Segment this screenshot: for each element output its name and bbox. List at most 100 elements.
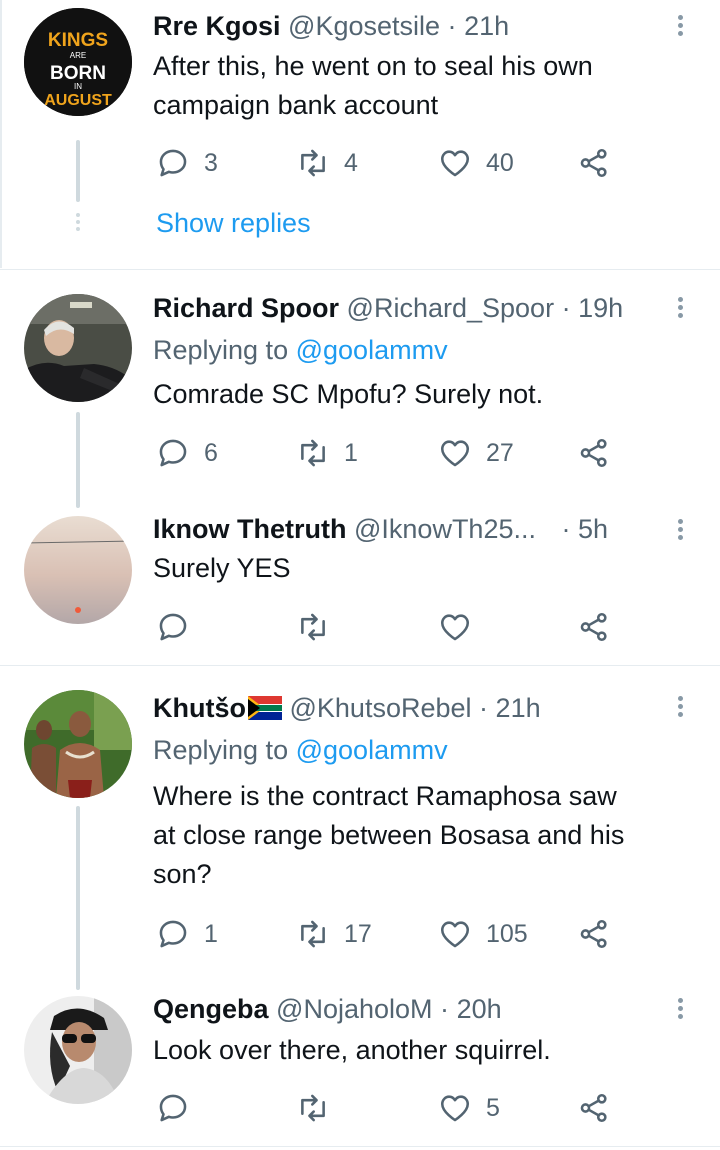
- tweet-text: After this, he went on to seal his own c…: [153, 47, 693, 125]
- tweet-text: Look over there, another squirrel.: [153, 1031, 693, 1070]
- reply-button[interactable]: 1: [156, 914, 218, 954]
- timestamp[interactable]: 20h: [457, 994, 502, 1024]
- avatar[interactable]: KINGS ARE BORN IN AUGUST: [24, 8, 132, 116]
- replying-to: Replying to @goolammv: [153, 333, 448, 367]
- kings-born-in-august-logo: KINGS ARE BORN IN AUGUST: [24, 8, 132, 116]
- tweet-actions: 1 17 105: [153, 914, 623, 954]
- display-name[interactable]: Iknow Thetruth: [153, 514, 346, 544]
- like-count: 40: [486, 148, 514, 177]
- separator-dot: ·: [447, 11, 457, 41]
- thread-line: [76, 412, 80, 508]
- retweet-count: 4: [344, 148, 358, 177]
- reply-button[interactable]: 3: [156, 143, 218, 183]
- retweet-count: 1: [344, 438, 358, 467]
- like-button[interactable]: [438, 607, 486, 647]
- share-button[interactable]: [577, 143, 611, 183]
- retweet-button[interactable]: 17: [296, 914, 372, 954]
- timestamp[interactable]: 19h: [578, 293, 623, 323]
- heart-icon: [440, 1095, 470, 1122]
- display-name[interactable]: Rre Kgosi: [153, 11, 281, 41]
- retweet-icon: [301, 920, 325, 948]
- display-name[interactable]: Khutšo: [153, 693, 246, 723]
- username[interactable]: @Richard_Spoor: [347, 293, 555, 323]
- more-options-icon[interactable]: [678, 693, 686, 720]
- tweet-text-line: Where is the contract Ramaphosa saw: [153, 781, 617, 811]
- reply-count: 6: [204, 438, 218, 467]
- tweet-text-line: Surely YES: [153, 553, 291, 583]
- divider: [0, 1146, 720, 1147]
- profile-photo-woman-in-cap: [24, 996, 132, 1104]
- like-count: 5: [486, 1093, 500, 1122]
- timestamp[interactable]: 21h: [496, 693, 541, 723]
- show-replies-link[interactable]: Show replies: [156, 208, 311, 239]
- retweet-button[interactable]: [296, 1088, 344, 1128]
- thread-line: [76, 140, 80, 202]
- tweet-header: Khutšo @KhutsoRebel · 21h: [153, 691, 660, 728]
- reply-count: 1: [204, 919, 218, 948]
- tweet-actions: 5: [153, 1088, 623, 1128]
- reply-icon: [159, 439, 187, 467]
- like-count: 27: [486, 438, 514, 467]
- avatar[interactable]: [24, 996, 132, 1104]
- avatar[interactable]: [24, 294, 132, 402]
- heart-icon: [440, 614, 470, 641]
- separator-dot: ·: [479, 693, 489, 723]
- share-button[interactable]: [577, 607, 611, 647]
- divider: [0, 665, 720, 666]
- avatar[interactable]: [24, 516, 132, 624]
- replying-to-handle[interactable]: @goolammv: [296, 335, 448, 365]
- share-button[interactable]: [577, 914, 611, 954]
- reply-icon: [159, 149, 187, 177]
- tweet-text: Surely YES: [153, 549, 693, 588]
- retweet-button[interactable]: [296, 607, 344, 647]
- svg-text:IN: IN: [74, 82, 82, 91]
- svg-text:AUGUST: AUGUST: [44, 92, 112, 109]
- username[interactable]: @NojaholoM: [276, 994, 432, 1024]
- avatar[interactable]: [24, 690, 132, 798]
- share-icon: [580, 148, 607, 178]
- reply-icon: [159, 920, 187, 948]
- tweet-actions: 6 1 27: [153, 433, 623, 473]
- more-options-icon[interactable]: [678, 12, 686, 39]
- tweet-header: Qengeba @NojaholoM · 20h: [153, 992, 660, 1026]
- separator-dot: ·: [561, 514, 571, 544]
- more-options-icon[interactable]: [678, 294, 686, 321]
- share-button[interactable]: [577, 433, 611, 473]
- like-button[interactable]: 105: [438, 914, 528, 954]
- replying-to-label: Replying to: [153, 335, 289, 365]
- display-name[interactable]: Richard Spoor: [153, 293, 339, 323]
- reply-button[interactable]: [156, 1088, 204, 1128]
- retweet-icon: [301, 1094, 325, 1122]
- display-name[interactable]: Qengeba: [153, 994, 269, 1024]
- reply-button[interactable]: 6: [156, 433, 218, 473]
- timestamp[interactable]: 21h: [464, 11, 509, 41]
- south-africa-flag-icon: [247, 694, 282, 728]
- divider: [0, 269, 720, 270]
- heart-icon: [440, 921, 470, 948]
- share-icon: [580, 612, 607, 642]
- retweet-icon: [301, 613, 325, 641]
- more-options-icon[interactable]: [678, 995, 686, 1022]
- tweet-text-line: son?: [153, 859, 212, 889]
- retweet-button[interactable]: 1: [296, 433, 358, 473]
- like-button[interactable]: 27: [438, 433, 514, 473]
- more-options-icon[interactable]: [678, 516, 686, 543]
- thread-ellipsis[interactable]: [76, 210, 80, 234]
- timestamp[interactable]: 5h: [578, 514, 608, 544]
- reply-icon: [159, 613, 187, 641]
- username[interactable]: @KhutsoRebel: [290, 693, 472, 723]
- username[interactable]: @IknowTh25...: [354, 514, 536, 544]
- retweet-button[interactable]: 4: [296, 143, 358, 183]
- like-button[interactable]: 5: [438, 1088, 500, 1128]
- username[interactable]: @Kgosetsile: [288, 11, 440, 41]
- reply-button[interactable]: [156, 607, 204, 647]
- profile-photo-tribesmen: [24, 690, 132, 798]
- tweet-text-line: Look over there, another squirrel.: [153, 1035, 551, 1065]
- share-button[interactable]: [577, 1088, 611, 1128]
- reply-count: 3: [204, 148, 218, 177]
- replying-to-handle[interactable]: @goolammv: [296, 735, 448, 765]
- like-button[interactable]: 40: [438, 143, 514, 183]
- profile-photo-sunset: [24, 516, 132, 624]
- retweet-count: 17: [344, 919, 372, 948]
- like-count: 105: [486, 919, 528, 948]
